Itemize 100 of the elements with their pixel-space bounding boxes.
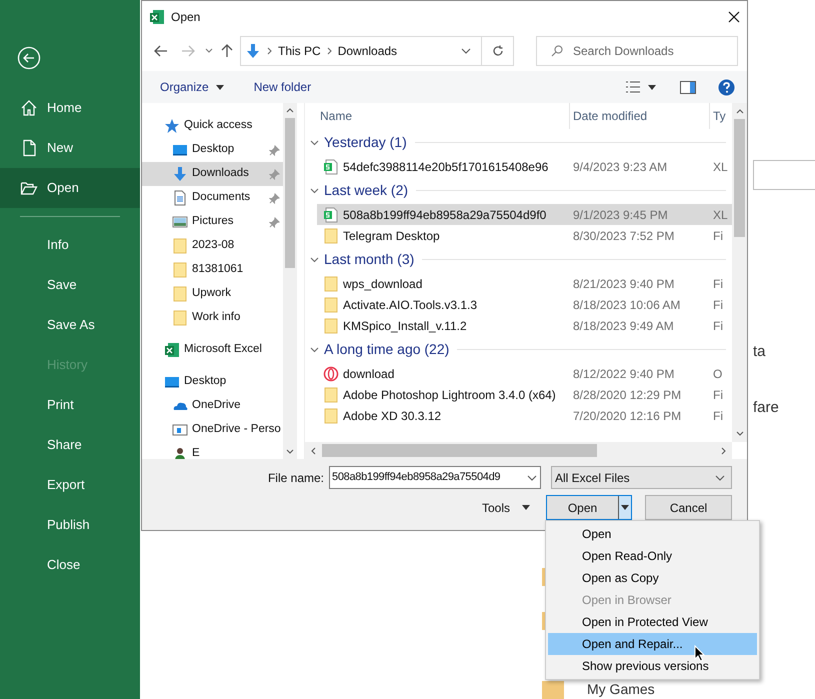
breadcrumb-item[interactable]: This PC: [278, 42, 321, 60]
navigation-item[interactable]: Desktop: [142, 138, 283, 162]
file-type: Fi: [712, 408, 723, 424]
back-arrow-icon[interactable]: [154, 45, 168, 57]
backstage-nav-item[interactable]: Share: [0, 425, 140, 465]
preview-pane-icon[interactable]: [680, 80, 696, 94]
horizontal-scrollbar[interactable]: [305, 442, 732, 459]
menu-item[interactable]: Open and Repair...: [548, 633, 757, 655]
navigation-item[interactable]: E: [142, 442, 283, 459]
address-bar[interactable]: This PC Downloads: [240, 36, 514, 66]
scrollbar[interactable]: [283, 103, 297, 459]
navigation-label: Downloads: [192, 166, 250, 182]
column-header[interactable]: Ty: [713, 107, 726, 125]
navigation-item[interactable]: OneDrive: [142, 394, 283, 418]
scrollbar-thumb[interactable]: [734, 119, 745, 237]
file-name-field[interactable]: 508a8b199ff94eb8958a29a75504d9: [329, 466, 541, 489]
scrollbar[interactable]: [732, 103, 747, 442]
chevron-down-icon[interactable]: [205, 48, 213, 54]
menu-item[interactable]: Open: [548, 523, 757, 545]
pin-icon: [269, 144, 280, 156]
scroll-up-icon[interactable]: [736, 109, 744, 114]
file-type-dropdown[interactable]: All Excel Files: [551, 466, 732, 489]
backstage-nav-item[interactable]: Save As: [0, 305, 140, 345]
navigation-label: 2023-08: [192, 238, 236, 254]
backstage-nav-item[interactable]: Publish: [0, 505, 140, 545]
breadcrumb-item[interactable]: Downloads: [338, 42, 398, 60]
navigation-item[interactable]: OneDrive - Perso: [142, 418, 283, 442]
scroll-left-icon[interactable]: [311, 446, 316, 454]
navigation-item[interactable]: Upwork: [142, 282, 283, 306]
scroll-up-icon[interactable]: [286, 108, 294, 113]
chevron-down-icon: [461, 48, 471, 54]
file-row[interactable]: KMSpico_Install_v.11.2 8/18/2023 9:49 AM Fi: [317, 315, 732, 336]
chevron-down-icon[interactable]: [310, 188, 319, 194]
file-row[interactable]: 508a8b199ff94eb8958a29a75504d9f0 9/1/2023 9:45 PM XL: [317, 204, 732, 225]
text-field[interactable]: [753, 160, 815, 190]
backstage-nav-item[interactable]: Home: [0, 88, 140, 128]
file-row[interactable]: Activate.AIO.Tools.v3.1.3 8/18/2023 10:06 AM Fi: [317, 294, 732, 315]
group-header: Last month (3): [324, 250, 414, 269]
backstage-nav-item[interactable]: Print: [0, 385, 140, 425]
file-name: wps_download: [343, 276, 422, 292]
navigation-item[interactable]: Downloads: [142, 162, 283, 186]
file-type: Fi: [712, 296, 723, 314]
scroll-right-icon[interactable]: [721, 446, 726, 454]
group-header: Last week (2): [324, 181, 408, 200]
close-icon[interactable]: [728, 11, 740, 23]
chevron-down-icon[interactable]: [310, 140, 319, 146]
file-type: O: [712, 366, 722, 382]
file-name: KMSpico_Install_v.11.2: [343, 318, 467, 334]
navigation-item[interactable]: Microsoft Excel: [142, 338, 283, 362]
document-icon: [172, 190, 188, 206]
backstage-nav-item[interactable]: Close: [0, 545, 140, 585]
backstage-nav-item[interactable]: New: [0, 128, 140, 168]
menu-item[interactable]: Open in Protected View: [548, 611, 757, 633]
search-field[interactable]: Search Downloads: [536, 36, 738, 66]
navigation-item[interactable]: 81381061: [142, 258, 283, 282]
scroll-down-icon[interactable]: [286, 449, 294, 454]
view-caret-icon: [648, 84, 656, 90]
scrollbar-thumb[interactable]: [285, 118, 295, 268]
view-options-icon[interactable]: [625, 81, 641, 93]
file-row[interactable]: download 8/12/2022 9:40 PM O: [317, 363, 732, 384]
file-row[interactable]: Adobe XD 30.3.12 7/20/2020 12:16 PM Fi: [317, 405, 732, 426]
file-row[interactable]: 54defc3988114e20b5f1701615408e96 9/4/2023 9:23 AM XL: [317, 156, 732, 177]
chevron-down-icon[interactable]: [310, 346, 319, 352]
cancel-button[interactable]: Cancel: [645, 495, 732, 520]
backstage-nav-item[interactable]: Open: [0, 168, 140, 208]
column-header[interactable]: Name: [320, 107, 352, 125]
excel-icon: [149, 9, 165, 25]
new-folder-button[interactable]: New folder: [254, 78, 312, 96]
file-row[interactable]: Adobe Photoshop Lightroom 3.4.0 (x64) 8/28/2020 12:29 PM Fi: [317, 384, 732, 405]
scroll-down-icon[interactable]: [736, 431, 744, 436]
navigation-item[interactable]: Pictures: [142, 210, 283, 234]
navigation-item[interactable]: Documents: [142, 186, 283, 210]
backstage-nav-item[interactable]: Info: [0, 225, 140, 265]
scrollbar-thumb[interactable]: [322, 444, 597, 457]
navigation-item[interactable]: Work info: [142, 306, 283, 330]
file-row[interactable]: Telegram Desktop 8/30/2023 7:52 PM Fi: [317, 225, 732, 246]
navigation-label: 81381061: [192, 262, 244, 278]
file-row[interactable]: wps_download 8/21/2023 9:40 PM Fi: [317, 273, 732, 294]
menu-item[interactable]: Open Read-Only: [548, 545, 757, 567]
up-arrow-icon[interactable]: [221, 44, 233, 58]
refresh-icon[interactable]: [492, 45, 504, 57]
organize-menu-button[interactable]: Organize: [160, 78, 224, 96]
navigation-label: Desktop: [192, 142, 236, 158]
navigation-item[interactable]: Quick access: [142, 114, 283, 138]
background-text: ta: [753, 342, 766, 362]
tools-menu-button[interactable]: Tools: [482, 498, 530, 516]
search-input[interactable]: Search Downloads: [573, 42, 723, 60]
column-header[interactable]: Date modified: [573, 107, 648, 125]
date-modified: 8/12/2022 9:40 PM: [572, 366, 676, 382]
navigation-label: Desktop: [184, 374, 228, 390]
backstage-nav-item[interactable]: Export: [0, 465, 140, 505]
help-icon[interactable]: [718, 78, 735, 96]
pin-icon: [269, 192, 280, 204]
menu-item[interactable]: Show previous versions: [548, 655, 757, 677]
chevron-down-icon[interactable]: [310, 256, 319, 262]
menu-item[interactable]: Open as Copy: [548, 567, 757, 589]
backstage-nav-item[interactable]: Save: [0, 265, 140, 305]
open-button[interactable]: Open: [546, 495, 632, 520]
navigation-item[interactable]: 2023-08: [142, 234, 283, 258]
navigation-item[interactable]: Desktop: [142, 370, 283, 394]
